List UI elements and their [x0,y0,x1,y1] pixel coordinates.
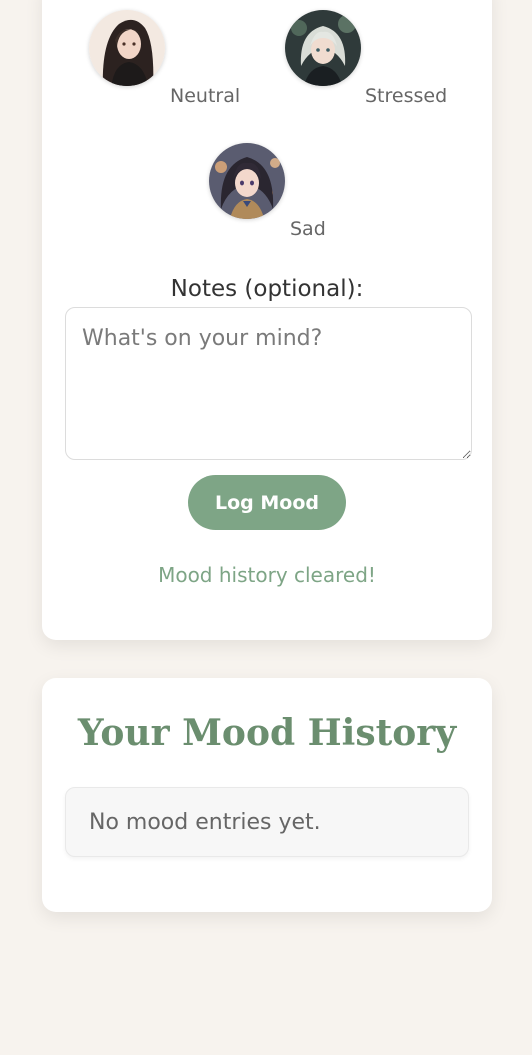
mood-label-sad: Sad [290,218,326,240]
history-empty-message: No mood entries yet. [65,787,469,857]
history-title: Your Mood History [77,712,457,754]
mood-log-card: Neutral Stressed Sad Notes (optional): W… [42,0,492,640]
mood-option-sad[interactable]: Sad [209,143,329,240]
mood-option-stressed[interactable]: Stressed [285,10,455,107]
neutral-avatar-icon [89,10,165,86]
mood-label-neutral: Neutral [170,85,241,107]
notes-textarea[interactable] [65,307,472,460]
mood-option-neutral[interactable]: Neutral [89,10,249,107]
stressed-avatar-icon [285,10,361,86]
status-message: Mood history cleared! [158,563,376,587]
notes-label: Notes (optional): [170,276,364,302]
sad-avatar-icon [209,143,285,219]
mood-label-stressed: Stressed [365,85,448,107]
log-mood-button[interactable]: Log Mood [188,475,346,530]
mood-history-card: Your Mood History No mood entries yet. [42,678,492,912]
